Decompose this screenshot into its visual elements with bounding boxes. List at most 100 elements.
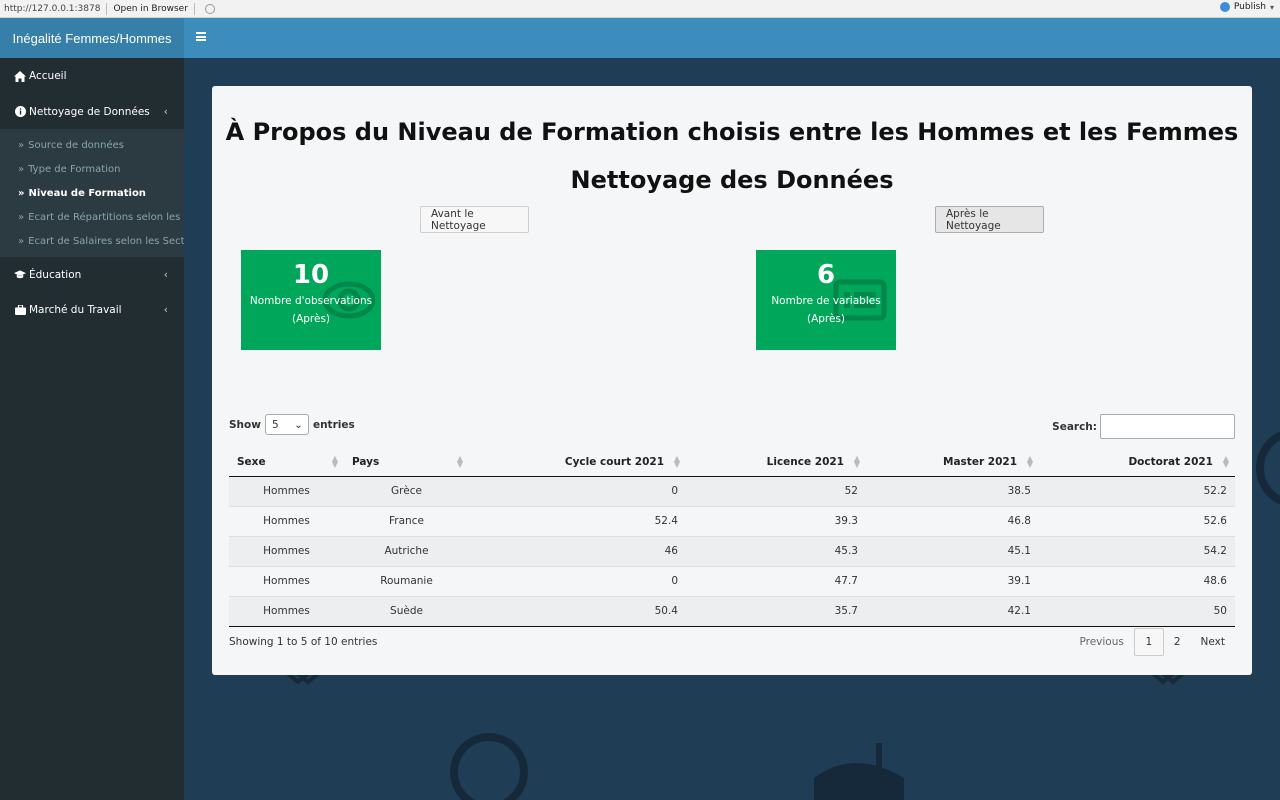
table-cell: 35.7 bbox=[686, 595, 866, 627]
table-cell: 38.5 bbox=[866, 475, 1039, 506]
refresh-icon[interactable] bbox=[204, 3, 215, 14]
double-chevron-right-icon: » bbox=[18, 187, 25, 199]
column-header-pays[interactable]: Pays ▲ ▼ bbox=[344, 448, 469, 477]
page-title: À Propos du Niveau de Formation choisis … bbox=[225, 118, 1239, 146]
observations-sublabel: (Après) bbox=[291, 313, 331, 325]
table-row[interactable]: Hommes Suède 50.4 35.7 42.1 50 bbox=[229, 595, 1235, 627]
entries-select[interactable]: 5 ⌄ bbox=[264, 414, 309, 435]
sidebar: Accueil Nettoyage de Données ‹ » Source … bbox=[0, 58, 184, 800]
sidebar-item-marche-travail[interactable]: Marché du Travail ‹ bbox=[0, 292, 184, 327]
pagination: Previous 1 2 Next bbox=[1069, 628, 1235, 656]
sidebar-item-education[interactable]: Éducation ‹ bbox=[0, 257, 184, 292]
browser-toolbar: http://127.0.0.1:3878 Open in Browser Pu… bbox=[0, 0, 1280, 94]
double-chevron-right-icon: » bbox=[18, 163, 25, 175]
table-cell: 0 bbox=[469, 565, 686, 596]
table-cell: 50 bbox=[1039, 595, 1235, 627]
pagination-page-2[interactable]: 2 bbox=[1164, 628, 1191, 656]
sidebar-subitem-label: Ecart de Salaires selon les Secteu bbox=[28, 235, 184, 247]
table-cell: 52.4 bbox=[469, 505, 686, 536]
sort-icon: ▲ ▼ bbox=[673, 454, 680, 469]
table-row[interactable]: Hommes Autriche 46 45.3 45.1 54.2 bbox=[229, 535, 1235, 566]
column-header-doctorat[interactable]: Doctorat 2021 ▲ ▼ bbox=[1039, 448, 1235, 477]
chevron-down-icon: ▾ bbox=[1269, 2, 1274, 12]
table-cell: 52.2 bbox=[1039, 475, 1235, 506]
table-cell: 45.1 bbox=[866, 535, 1039, 566]
sidebar-subitem-label: Source de données bbox=[28, 139, 124, 151]
table-cell: Hommes bbox=[229, 535, 344, 566]
double-chevron-right-icon: » bbox=[18, 211, 25, 223]
column-header-sexe[interactable]: Sexe ▲ ▼ bbox=[229, 448, 344, 477]
table-cell: 54.2 bbox=[1039, 535, 1235, 566]
decorative-circle bbox=[1256, 428, 1280, 508]
table-cell: 47.7 bbox=[686, 565, 866, 596]
sidebar-item-label: Nettoyage de Données bbox=[29, 105, 150, 118]
table-cell: 42.1 bbox=[866, 595, 1039, 627]
sidebar-item-label: Accueil bbox=[29, 70, 67, 82]
double-chevron-right-icon: » bbox=[18, 235, 25, 247]
table-cell: France bbox=[344, 505, 469, 536]
pagination-previous[interactable]: Previous bbox=[1069, 628, 1133, 656]
pagination-next[interactable]: Next bbox=[1191, 628, 1235, 656]
table-search: Search: bbox=[1052, 414, 1235, 439]
observations-value-box: 10 Nombre d'observations (Après) bbox=[241, 250, 381, 350]
briefcase-icon bbox=[14, 304, 26, 315]
hamburger-menu-icon[interactable] bbox=[196, 32, 206, 41]
after-cleaning-button[interactable]: Après le Nettoyage bbox=[935, 206, 1044, 233]
chevron-left-icon: ‹ bbox=[163, 303, 168, 316]
sidebar-subitem-type[interactable]: » Type de Formation bbox=[0, 157, 184, 181]
column-header-licence[interactable]: Licence 2021 ▲ ▼ bbox=[686, 448, 866, 477]
table-info: Showing 1 to 5 of 10 entries bbox=[229, 636, 378, 648]
sidebar-subitem-niveau[interactable]: » Niveau de Formation bbox=[0, 181, 184, 205]
table-cell: Hommes bbox=[229, 595, 344, 627]
pagination-page-1[interactable]: 1 bbox=[1133, 628, 1164, 656]
table-cell: 52.6 bbox=[1039, 505, 1235, 536]
publish-icon bbox=[1219, 2, 1230, 12]
table-row[interactable]: Hommes Grèce 0 52 38.5 52.2 bbox=[229, 475, 1235, 506]
table-cell: Hommes bbox=[229, 565, 344, 596]
sidebar-subitem-label: Ecart de Répartitions selon les Se bbox=[28, 211, 184, 223]
sidebar-subitem-repartitions[interactable]: » Ecart de Répartitions selon les Se bbox=[0, 205, 184, 229]
open-in-browser-button[interactable]: Open in Browser bbox=[113, 4, 223, 94]
observations-label: Nombre d'observations bbox=[249, 295, 373, 307]
graduation-cap-icon bbox=[14, 269, 26, 280]
graduation-cap-decoration-icon bbox=[814, 743, 904, 800]
variables-value-box: 6 Nombre de variables (Après) bbox=[756, 250, 896, 350]
info-circle-icon bbox=[14, 106, 26, 117]
table-header-row: Sexe ▲ ▼ Pays ▲ ▼ Cycle court 2021 ▲ ▼ Licence… bbox=[229, 448, 1235, 477]
chevron-left-icon: ‹ bbox=[163, 268, 168, 281]
sidebar-submenu: » Source de données » Type de Formation … bbox=[0, 129, 184, 257]
sidebar-subitem-label: Niveau de Formation bbox=[28, 187, 146, 199]
search-label: Search: bbox=[1052, 420, 1097, 433]
entries-select-value: 5 bbox=[271, 418, 279, 431]
table-cell: 0 bbox=[469, 475, 686, 506]
table-cell: Grèce bbox=[344, 475, 469, 506]
entries-length-control: Show 5 ⌄ entries bbox=[229, 414, 355, 435]
column-header-master[interactable]: Master 2021 ▲ ▼ bbox=[866, 448, 1039, 477]
before-cleaning-button[interactable]: Avant le Nettoyage bbox=[420, 206, 529, 233]
sidebar-subitem-source[interactable]: » Source de données bbox=[0, 133, 184, 157]
sidebar-item-nettoyage[interactable]: Nettoyage de Données ‹ bbox=[0, 94, 184, 129]
app-brand[interactable]: Inégalité Femmes/Hommes bbox=[0, 18, 184, 58]
sidebar-item-label: Éducation bbox=[29, 268, 82, 281]
sort-icon: ▲ ▼ bbox=[853, 454, 860, 469]
table-cell: Roumanie bbox=[344, 565, 469, 596]
sidebar-item-accueil[interactable]: Accueil bbox=[0, 58, 184, 94]
table-cell: 46.8 bbox=[866, 505, 1039, 536]
entries-label: entries bbox=[312, 418, 355, 431]
home-icon bbox=[14, 70, 26, 82]
sort-icon: ▲ ▼ bbox=[1222, 454, 1229, 469]
table-cell: Suède bbox=[344, 595, 469, 627]
show-label: Show bbox=[229, 418, 261, 431]
column-header-cycle-court[interactable]: Cycle court 2021 ▲ ▼ bbox=[469, 448, 686, 477]
table-row[interactable]: Hommes Roumanie 0 47.7 39.1 48.6 bbox=[229, 565, 1235, 596]
toolbar-divider bbox=[106, 2, 108, 15]
table-row[interactable]: Hommes France 52.4 39.3 46.8 52.6 bbox=[229, 505, 1235, 536]
publish-button[interactable]: Publish ▾ bbox=[1219, 2, 1274, 12]
variables-label: Nombre de variables bbox=[771, 295, 881, 307]
table-cell: 39.1 bbox=[866, 565, 1039, 596]
publish-label: Publish bbox=[1233, 2, 1266, 12]
sidebar-subitem-salaires[interactable]: » Ecart de Salaires selon les Secteu bbox=[0, 229, 184, 253]
decorative-circle bbox=[450, 733, 528, 800]
search-input[interactable] bbox=[1100, 414, 1235, 439]
data-table: Sexe ▲ ▼ Pays ▲ ▼ Cycle court 2021 ▲ ▼ Licence… bbox=[229, 448, 1235, 627]
